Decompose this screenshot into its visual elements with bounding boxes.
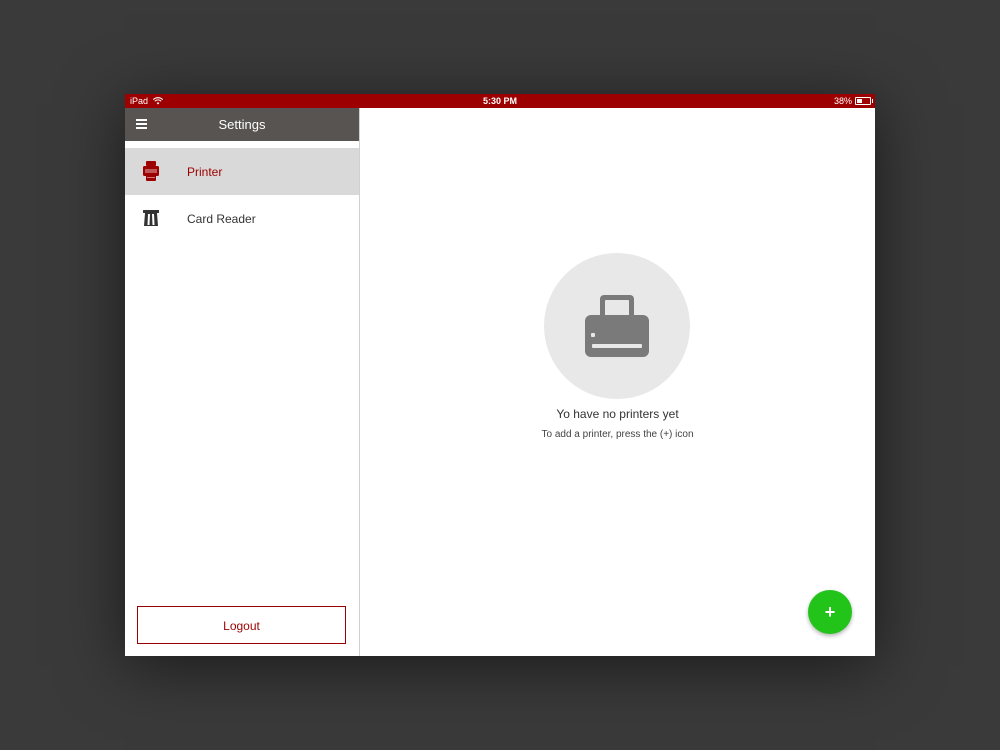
- printer-icon: [143, 161, 159, 181]
- empty-state-title: Yo have no printers yet: [556, 407, 679, 421]
- logout-button[interactable]: Logout: [137, 606, 346, 644]
- sidebar: Settings Printer Card Reader Logout: [125, 108, 360, 656]
- sidebar-item-printer[interactable]: Printer: [125, 148, 359, 195]
- status-right: 38%: [833, 94, 873, 108]
- printer-icon: [585, 295, 649, 357]
- main-content: Yo have no printers yet To add a printer…: [360, 108, 875, 656]
- sidebar-item-card-reader[interactable]: Card Reader: [125, 195, 359, 242]
- status-bar: iPad 5:30 PM 38%: [125, 94, 875, 108]
- sidebar-item-label: Card Reader: [187, 211, 256, 226]
- sidebar-header: Settings: [125, 108, 359, 141]
- battery-percent: 38%: [833, 96, 852, 106]
- empty-state-illustration: [544, 253, 690, 399]
- empty-state-subtitle: To add a printer, press the (+) icon: [541, 429, 694, 440]
- ipad-screen: iPad 5:30 PM 38% Settings Printer Card R…: [125, 94, 875, 656]
- add-printer-button[interactable]: +: [808, 590, 852, 634]
- card-reader-icon: [143, 210, 159, 226]
- battery-icon: [855, 97, 873, 105]
- status-time: 5:30 PM: [482, 96, 517, 106]
- sidebar-item-label: Printer: [187, 164, 223, 179]
- sidebar-title: Settings: [218, 117, 266, 132]
- settings-nav: Printer Card Reader: [125, 148, 359, 242]
